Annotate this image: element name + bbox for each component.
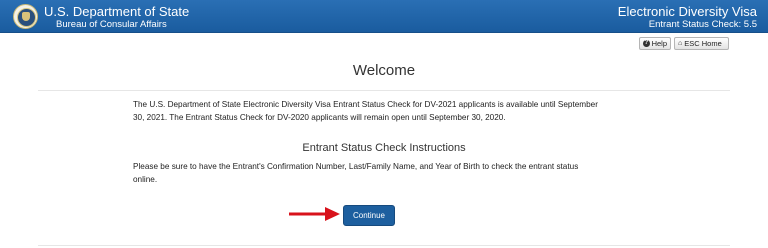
divider	[38, 90, 730, 91]
instructions-text: Please be sure to have the Entrant's Con…	[133, 162, 579, 184]
continue-button[interactable]: Continue	[343, 205, 395, 226]
availability-notice: The U.S. Department of State Electronic …	[133, 100, 598, 122]
site-header: U.S. Department of State Bureau of Consu…	[0, 0, 768, 33]
question-circle-icon: ?	[643, 40, 650, 47]
instructions-heading: Entrant Status Check Instructions	[302, 142, 466, 154]
page-title: Welcome	[352, 62, 416, 79]
home-icon: ⌂	[678, 40, 683, 47]
org-subtitle: Bureau of Consular Affairs	[56, 19, 167, 30]
home-label: ESC Home	[684, 39, 722, 48]
org-title: U.S. Department of State	[44, 4, 190, 19]
red-arrow-right-icon	[289, 207, 340, 221]
app-title: Electronic Diversity Visa	[617, 4, 757, 19]
esc-home-button[interactable]: ⌂ ESC Home	[674, 37, 729, 50]
help-label: Help	[651, 39, 667, 48]
department-of-state-seal-icon	[13, 4, 38, 29]
app-subtitle: Entrant Status Check: 5.5	[648, 19, 757, 30]
divider	[38, 245, 730, 246]
help-button[interactable]: ? Help	[639, 37, 671, 50]
